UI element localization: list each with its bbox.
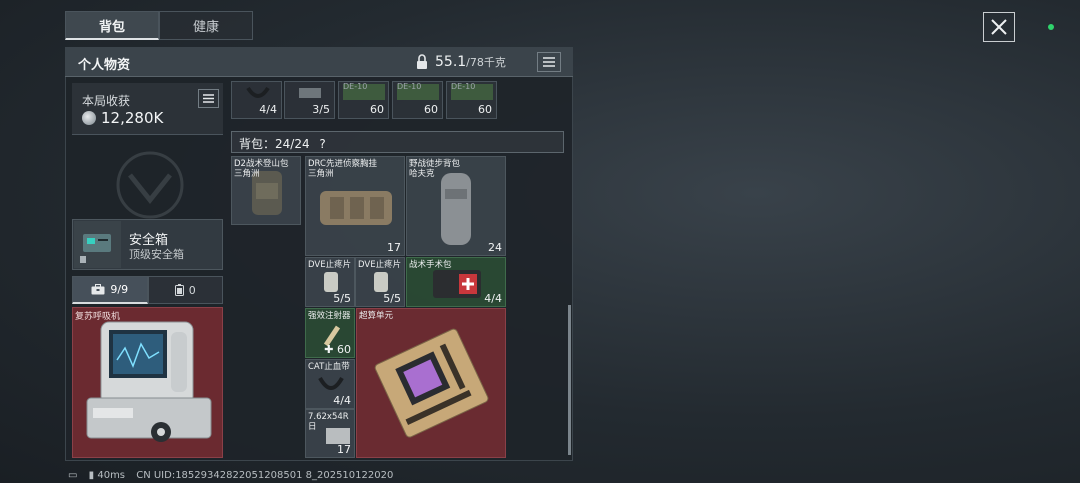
safebox-tab-battery-label: 0 [188,283,196,297]
item-icon [299,88,321,98]
item-dve-painkiller[interactable]: DVE止疼片 5/5 [355,257,405,307]
signal-icon: ▮ [88,470,95,481]
item-dve-painkiller[interactable]: DVE止疼片 5/5 [305,257,355,307]
item-count: 17 [337,443,351,456]
item-count: 24 [488,241,502,254]
vest-icon [320,191,392,225]
ping-value: 40ms [97,470,126,481]
safebox-tab-battery[interactable]: 0 [147,276,223,304]
top-row-cell[interactable]: DE-10 60 [392,81,443,119]
safebox-subtitle: 顶级安全箱 [129,248,184,261]
briefcase-icon [91,284,105,295]
backpack-scrollbar[interactable] [568,305,571,455]
item-count: 4/4 [333,394,351,407]
cell-count: 3/5 [312,103,330,116]
ventilator-label: 复苏呼吸机 [75,312,121,322]
item-d2-backpack[interactable]: D2战术登山包 三角洲 [231,156,301,225]
item-cat-tourniquet[interactable]: CAT止血带 4/4 [305,359,355,409]
close-button[interactable] [983,12,1015,42]
status-bar: ▭ ▮ 40ms CN UID:18529342822051208501 8_2… [68,470,393,481]
item-strong-injector[interactable]: 强效注射器 ✚ 60 [305,308,355,358]
item-sub: 日 [308,422,317,432]
circuit-board-icon [374,328,489,438]
tourniquet-icon [318,376,344,390]
panel-title: 个人物资 [78,58,131,73]
item-count-value: 60 [337,343,351,356]
faction-emblem-icon [116,151,184,219]
cell-tag: DE-10 [343,82,368,91]
harvest-list-button[interactable] [198,89,219,108]
tab-backpack[interactable]: 背包 [65,11,159,40]
cell-count: 60 [424,103,438,116]
close-icon [991,19,1007,35]
list-icon [203,94,214,103]
harvest-value: 12,280K [101,109,164,127]
top-row-cell[interactable]: 3/5 [284,81,335,119]
harvest-label: 本局收获 [82,94,131,108]
cell-count: 4/4 [259,103,277,116]
cell-tag: DE-10 [451,82,476,91]
weight-value: 55.1 [435,54,467,70]
uid-text: CN UID:18529342822051208501 8_2025101220… [136,470,394,481]
weight-cap: /78千克 [466,56,506,69]
safebox-item-ventilator[interactable] [72,307,223,458]
item-count: 5/5 [383,292,401,305]
safebox-tab-items[interactable]: 9/9 [72,276,148,304]
cell-count: 60 [370,103,384,116]
list-icon [543,57,555,67]
tab-health[interactable]: 健康 [159,11,253,40]
item-name: 强效注射器 [308,311,351,321]
cell-count: 60 [478,103,492,116]
tab-bar: 背包 健康 [65,11,254,40]
item-sub: 三角洲 [308,169,334,179]
item-name: DVE止疼片 [308,260,352,270]
item-name: DVE止疼片 [358,260,402,270]
item-name: 战术手术包 [409,260,452,270]
backpack-label: 背包：24/24 [239,137,310,151]
safebox-tab-items-label: 9/9 [110,283,129,296]
item-name: DRC先进侦察胸挂 [308,159,377,169]
item-name: CAT止血带 [308,362,350,372]
item-sub: 哈夫克 [409,169,435,179]
item-name: 野战徒步背包 [409,159,461,169]
top-row-cell[interactable]: DE-10 60 [446,81,497,119]
item-supercompute-unit[interactable]: 超算单元 [356,308,506,458]
coin-icon [82,111,96,125]
item-name: 7.62x54R [308,412,349,422]
item-count: 4/4 [484,292,502,305]
safebox-image [74,221,121,268]
battery-status-icon: ▭ [68,470,78,481]
help-icon[interactable]: ? [319,137,325,151]
item-drc-vest[interactable]: DRC先进侦察胸挂 三角洲 17 [305,156,405,256]
pill-bottle-icon [374,272,388,292]
item-name: D2战术登山包 [234,159,289,169]
backpack-capacity: 背包：24/24 ? [239,135,326,152]
pill-bottle-icon [324,272,338,292]
sort-list-button[interactable] [537,52,561,72]
item-name: 超算单元 [359,311,394,321]
ventilator-icon [86,321,212,442]
item-field-backpack[interactable]: 野战徒步背包 哈夫克 24 [406,156,506,256]
item-sub: 三角洲 [234,169,260,179]
weight-readout: 55.1/78千克 [435,54,506,70]
item-count: 5/5 [333,292,351,305]
item-count: ✚ 60 [324,343,351,356]
item-count: 17 [387,241,401,254]
battery-icon [174,284,184,296]
medkit-icon [433,270,481,298]
safebox-tabs: 9/9 0 [72,276,223,304]
item-ammo-762x54r[interactable]: 7.62x54R 日 17 [305,409,355,458]
safebox-icon [80,234,111,263]
item-tactical-surgery-kit[interactable]: 战术手术包 4/4 [406,257,506,307]
cell-tag: DE-10 [397,82,422,91]
top-row-cell[interactable]: DE-10 60 [338,81,389,119]
top-row-cell[interactable]: 4/4 [231,81,282,119]
weight-lock-icon [417,54,427,69]
tourniquet-icon [246,86,270,98]
duffel-icon [441,173,471,245]
status-dot-icon [1048,24,1054,30]
